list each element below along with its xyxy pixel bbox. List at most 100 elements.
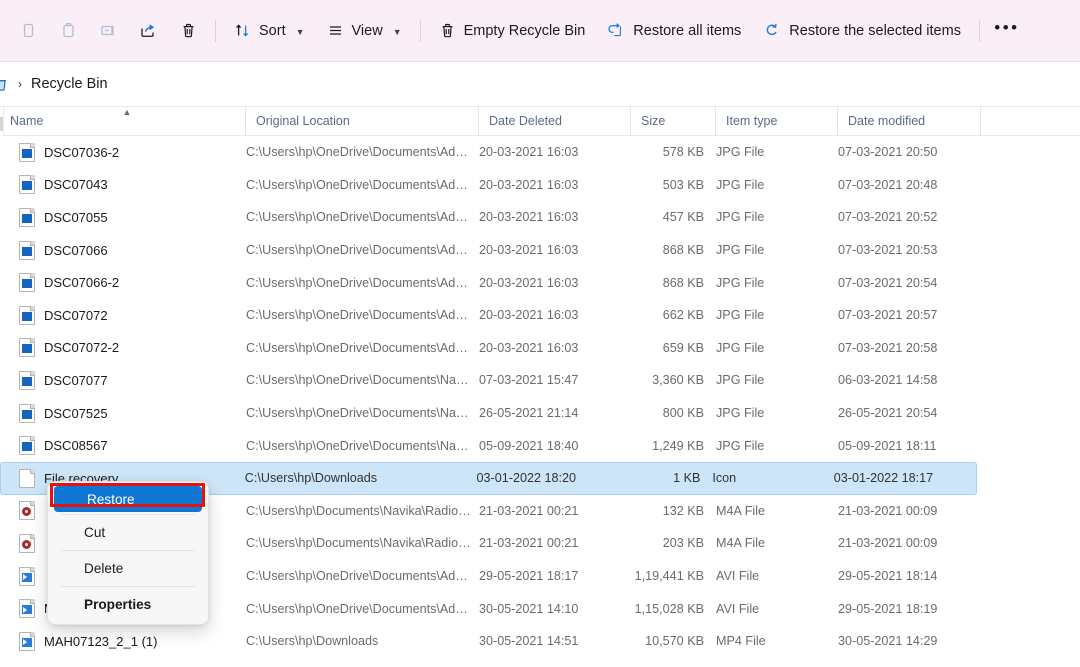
cell-item-type: JPG File <box>716 210 765 225</box>
cell-date-modified: 07-03-2021 20:52 <box>838 210 938 225</box>
table-row[interactable]: DSC07525 C:\Users\hp\OneDrive\Documents\N… <box>0 397 1080 430</box>
view-button[interactable]: View ▼ <box>316 14 413 48</box>
breadcrumb-current[interactable]: Recycle Bin <box>31 76 108 92</box>
cell-original-location: C:\Users\hp\OneDrive\Documents\Adob... <box>246 145 479 160</box>
table-row[interactable]: DSC07043 C:\Users\hp\OneDrive\Documents\A… <box>0 169 1080 202</box>
restore-all-items-button[interactable]: Restore all items <box>596 14 752 48</box>
cell-name: DSC08567 <box>1 436 246 456</box>
delete-icon[interactable] <box>168 14 208 48</box>
context-menu-item-properties[interactable]: Properties <box>51 589 205 620</box>
restore-selected-items-button[interactable]: Restore the selected items <box>752 14 972 48</box>
cell-item-type: JPG File <box>716 145 765 160</box>
cell-date-deleted: 21-03-2021 00:21 <box>479 536 579 551</box>
cell-item-type: JPG File <box>716 308 765 323</box>
cell-item-type: JPG File <box>716 406 765 421</box>
column-header-item-type-label: Item type <box>726 114 778 128</box>
file-name-label: DSC07525 <box>44 405 108 421</box>
table-row[interactable]: DSC07077 C:\Users\hp\OneDrive\Documents\N… <box>0 364 1080 397</box>
file-icon-vid <box>19 631 35 651</box>
context-menu[interactable]: Restore Cut Delete Properties <box>47 481 209 625</box>
toolbar-divider-3 <box>978 19 980 42</box>
cell-date-deleted: 21-03-2021 00:21 <box>479 503 579 518</box>
cell-size: 132 KB <box>662 503 704 518</box>
rename-icon[interactable] <box>88 14 128 48</box>
context-menu-item-restore[interactable]: Restore <box>54 486 202 512</box>
cell-name: DSC07072 <box>1 305 246 325</box>
cell-name: DSC07066-2 <box>1 273 246 293</box>
cell-original-location: C:\Users\hp\Downloads <box>244 471 378 486</box>
cell-item-type: AVI File <box>716 601 760 616</box>
cell-date-modified: 05-09-2021 18:11 <box>838 438 937 453</box>
cell-size: 457 KB <box>662 210 704 225</box>
cell-date-deleted: 29-05-2021 18:17 <box>479 569 579 584</box>
file-icon-jpg <box>19 207 35 227</box>
file-icon-jpg <box>19 338 35 358</box>
nav-pane-tick-1 <box>0 117 3 131</box>
column-header-date-deleted[interactable]: Date Deleted <box>478 106 630 136</box>
cell-size: 1,19,441 KB <box>634 569 704 584</box>
cell-original-location: C:\Users\hp\OneDrive\Documents\Adob... <box>246 177 479 192</box>
table-row[interactable]: DSC07066 C:\Users\hp\OneDrive\Documents\A… <box>0 234 1080 267</box>
more-options-button[interactable]: ••• <box>987 14 1027 48</box>
table-row[interactable]: DSC07066-2 C:\Users\hp\OneDrive\Documents… <box>0 266 1080 299</box>
sort-button[interactable]: Sort ▼ <box>223 14 316 48</box>
cell-original-location: C:\Users\hp\Documents\Navika\Radio Pr... <box>246 503 479 518</box>
file-icon-m4a <box>19 533 35 553</box>
cell-date-modified: 07-03-2021 20:57 <box>838 308 938 323</box>
restore-selected-items-label: Restore the selected items <box>789 22 961 39</box>
cell-date-deleted: 20-03-2021 16:03 <box>479 340 579 355</box>
column-header-size-label: Size <box>641 114 666 128</box>
cell-original-location: C:\Users\hp\Documents\Navika\Radio Pr... <box>246 536 479 551</box>
chevron-down-icon: ▼ <box>295 26 305 37</box>
cell-size: 503 KB <box>662 177 704 192</box>
table-row[interactable]: DSC07036-2 C:\Users\hp\OneDrive\Documents… <box>0 136 1080 169</box>
context-menu-item-delete[interactable]: Delete <box>51 553 205 584</box>
context-menu-item-cut[interactable]: Cut <box>51 517 205 548</box>
cell-date-modified: 29-05-2021 18:14 <box>838 569 938 584</box>
cell-date-deleted: 20-03-2021 16:03 <box>479 145 579 160</box>
copy-icon[interactable] <box>8 14 48 48</box>
table-row[interactable]: MAH07123_2_1 (1) C:\Users\hp\Downloads 30-… <box>0 625 1080 658</box>
cell-date-deleted: 05-09-2021 18:40 <box>479 438 579 453</box>
cell-date-modified: 07-03-2021 20:54 <box>838 275 938 290</box>
cell-item-type: JPG File <box>716 340 765 355</box>
column-header-size[interactable]: Size <box>630 106 715 136</box>
cell-item-type: M4A File <box>716 503 765 518</box>
column-header-spacer[interactable] <box>980 106 1080 136</box>
column-header-item-type[interactable]: Item type <box>715 106 837 136</box>
cell-name: DSC07066 <box>1 240 246 260</box>
column-header-date-deleted-label: Date Deleted <box>489 114 562 128</box>
column-header-name[interactable]: Name ▲ <box>0 107 245 136</box>
table-row[interactable]: DSC08567 C:\Users\hp\OneDrive\Documents\N… <box>0 429 1080 462</box>
restore-all-items-label: Restore all items <box>633 22 742 39</box>
cell-original-location: C:\Users\hp\OneDrive\Documents\Navik... <box>246 373 479 388</box>
file-icon-jpg <box>19 370 35 390</box>
cell-item-type: JPG File <box>716 177 765 192</box>
cell-date-modified: 03-01-2022 18:17 <box>833 471 934 486</box>
cell-name: DSC07043 <box>1 175 246 195</box>
empty-recycle-bin-button[interactable]: Empty Recycle Bin <box>428 14 597 48</box>
column-header-original-location[interactable]: Original Location <box>245 106 478 136</box>
table-row[interactable]: DSC07072 C:\Users\hp\OneDrive\Documents\A… <box>0 299 1080 332</box>
toolbar-divider-1 <box>215 19 216 42</box>
file-name-label: DSC08567 <box>44 438 108 454</box>
file-name-label: DSC07077 <box>44 372 108 388</box>
file-icon-jpg <box>19 142 35 162</box>
column-header-date-modified-label: Date modified <box>848 114 926 128</box>
cell-item-type: M4A File <box>716 536 765 551</box>
cell-size: 10,570 KB <box>645 634 704 649</box>
cell-name: DSC07072-2 <box>1 338 246 358</box>
cell-size: 1 KB <box>673 471 701 486</box>
cell-size: 3,360 KB <box>652 373 704 388</box>
cell-size: 203 KB <box>662 536 704 551</box>
paste-icon[interactable] <box>48 14 88 48</box>
file-icon-generic <box>19 468 35 488</box>
table-row[interactable]: DSC07055 C:\Users\hp\OneDrive\Documents\A… <box>0 201 1080 234</box>
share-icon[interactable] <box>128 14 168 48</box>
table-row[interactable]: DSC07072-2 C:\Users\hp\OneDrive\Documents… <box>0 332 1080 365</box>
column-header-date-modified[interactable]: Date modified <box>837 106 980 136</box>
toolbar-divider-2 <box>419 19 421 42</box>
cell-original-location: C:\Users\hp\Downloads <box>246 634 379 649</box>
cell-date-deleted: 20-03-2021 16:03 <box>479 243 579 258</box>
cell-date-modified: 21-03-2021 00:09 <box>838 536 938 551</box>
